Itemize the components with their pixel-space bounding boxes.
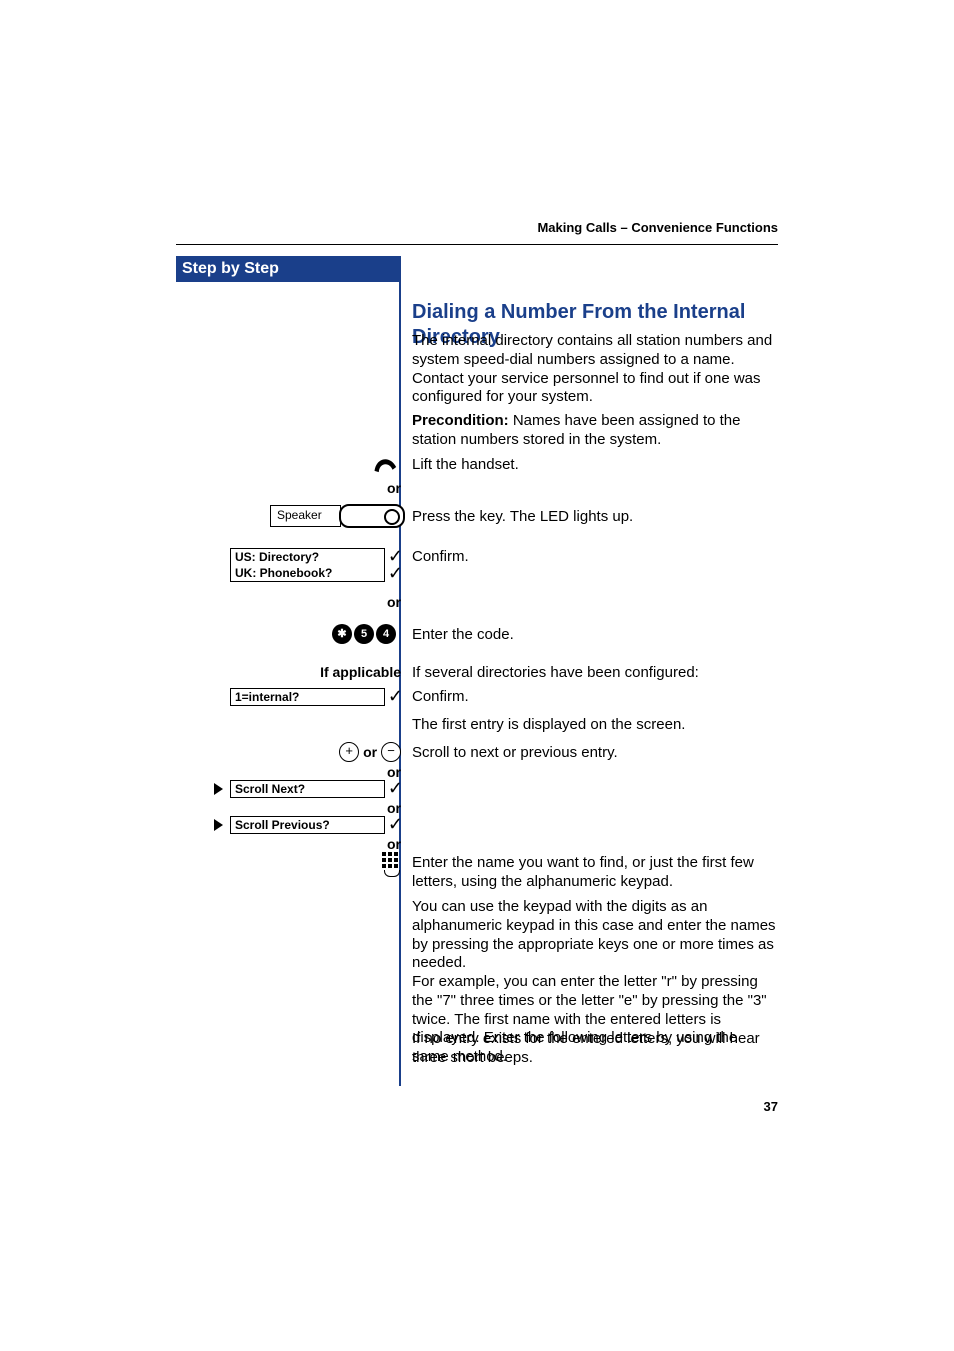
code-key-star: ✱ [332,624,352,644]
enter-name-text: Enter the name you want to find, or just… [412,854,778,892]
display-scroll-next: Scroll Next? [230,780,385,798]
check-icon: ✓ [388,779,403,797]
minus-button-icon: − [381,742,401,762]
page-number: 37 [764,1099,778,1114]
speaker-key-label: Speaker [270,505,341,527]
or-label-1: or [176,480,401,496]
lift-handset-text: Lift the handset. [412,456,778,475]
triangle-marker-icon [214,819,223,831]
no-entry-text: If no entry exists for the entered lette… [412,1030,778,1068]
code-key-5: 5 [354,624,374,644]
check-icon: ✓ [388,687,403,705]
first-entry-text: The first entry is displayed on the scre… [412,716,778,735]
scroll-instruction: Scroll to next or previous entry. [412,744,778,763]
keypad-icon [382,852,400,877]
page: Making Calls – Convenience Functions Ste… [0,0,954,1351]
display-internal: 1=internal? [230,688,385,706]
or-label-4: or [176,764,401,780]
or-label-6: or [176,836,401,852]
display-us-directory: US: Directory? [230,548,385,566]
handset-icon [370,452,400,482]
sidebar-rule [399,282,401,1086]
precondition-label: Precondition: [412,412,509,429]
if-several-text: If several directories have been configu… [412,664,778,683]
intro-text: The internal directory contains all stat… [412,332,778,407]
or-label-3: or [363,744,377,760]
precondition: Precondition: Names have been assigned t… [412,412,778,450]
confirm-text-2: Confirm. [412,688,778,707]
header-rule [176,244,778,245]
press-key-text: Press the key. The LED lights up. [412,508,778,527]
display-uk-phonebook: UK: Phonebook? [230,565,385,582]
triangle-marker-icon [214,783,223,795]
sidebar-header: Step by Step [176,256,401,282]
or-label-5: or [176,800,401,816]
display-scroll-previous: Scroll Previous? [230,816,385,834]
confirm-text-1: Confirm. [412,548,778,567]
or-label-2: or [176,594,401,610]
check-icon: ✓ [388,815,403,833]
if-applicable-label: If applicable [176,664,401,680]
speaker-key-icon [339,504,405,528]
code-key-4: 4 [376,624,396,644]
check-icon: ✓ [388,564,403,582]
code-sequence: ✱ 5 4 [332,624,396,644]
plus-button-icon: + [339,742,359,762]
running-head: Making Calls – Convenience Functions [537,220,778,235]
speaker-key: Speaker [270,505,405,527]
enter-code-text: Enter the code. [412,626,778,645]
